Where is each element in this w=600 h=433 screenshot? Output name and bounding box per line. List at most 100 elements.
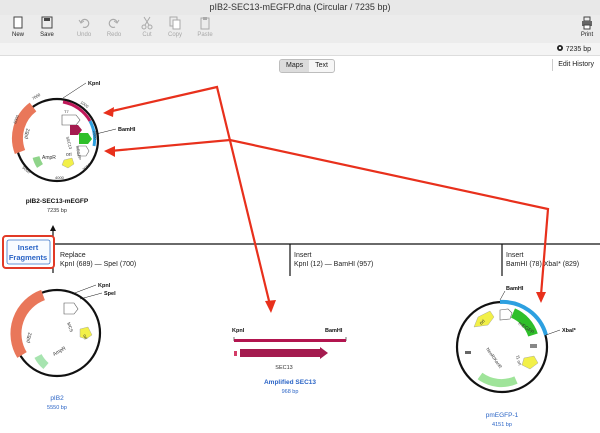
cut-label: Cut — [142, 32, 152, 38]
donor-plasmid-map[interactable]: ori mEGFP f1 ori NeoR/KanR BamHI XbaI* p… — [455, 286, 577, 428]
fragment-kpni-label: KpnI — [232, 328, 245, 334]
result-bamhi-label: BamHI — [118, 127, 136, 133]
donor-neor-feature[interactable] — [477, 372, 518, 388]
backbone-kpni-label: KpnI — [98, 283, 111, 289]
fragment-sec13-arrow[interactable] — [240, 347, 328, 359]
paste-icon — [190, 16, 220, 32]
result-kpni-label: KpnI — [88, 81, 101, 87]
result-plasmid-name: pIB2-SEC13-mEGFP — [26, 198, 89, 205]
save-label: Save — [40, 32, 54, 38]
result-ori-label: ori — [66, 152, 72, 158]
cut-button[interactable]: Cut — [132, 16, 162, 38]
tab-text[interactable]: Text — [309, 60, 334, 72]
sequence-length: 7235 bp — [556, 44, 591, 53]
backbone-pib2-feature[interactable] — [10, 289, 46, 358]
insert-fragments-label-line1: Insert — [18, 243, 39, 252]
copy-button[interactable]: Copy — [160, 16, 190, 38]
fragment-sec13-label: SEC13 — [275, 365, 292, 371]
result-ampr-label: AmpR — [42, 155, 56, 161]
timeline-up-arrow — [50, 225, 56, 231]
new-button[interactable]: New — [3, 16, 33, 38]
backbone-name[interactable]: pIB2 — [50, 395, 64, 402]
step-3-title: Insert — [506, 252, 524, 259]
result-ori-arrow[interactable] — [61, 157, 75, 169]
annotation-head-bottom-megfp — [536, 292, 546, 303]
backbone-spei-leader — [79, 292, 103, 300]
donor-bamhi-leader — [499, 290, 506, 301]
paste-button[interactable]: Paste — [190, 16, 220, 38]
step-1-title: Replace — [60, 252, 86, 259]
status-bar: 7235 bp — [0, 43, 600, 56]
edit-history-button[interactable]: Edit History — [552, 59, 594, 71]
fragment-start-marker — [234, 351, 237, 356]
undo-button[interactable]: Undo — [69, 16, 99, 38]
backbone-pib2-label: pIB2 — [25, 332, 34, 344]
donor-marker-box — [530, 344, 537, 348]
backbone-spei-label: SpeI — [104, 291, 116, 297]
fragment-name[interactable]: Amplified SEC13 — [264, 379, 316, 386]
copy-label: Copy — [167, 32, 182, 38]
save-button[interactable]: Save — [32, 16, 62, 38]
donor-small-marker — [465, 351, 471, 354]
scissors-icon — [132, 16, 162, 32]
step-timeline: Replace KpnI (689) — SpeI (700) Insert K… — [50, 225, 600, 276]
result-plasmid-map[interactable]: pIB2 ori AmpR SEC13 mEGFP T7 1000 2000 3… — [11, 81, 136, 214]
result-pib2-label: pIB2 — [23, 128, 32, 140]
donor-neor-label: NeoR/KanR — [485, 347, 503, 370]
backbone-kpni-leader — [71, 284, 97, 295]
result-tick-5000: 5000 — [21, 165, 32, 175]
result-kpni-leader — [62, 82, 87, 99]
copy-icon — [160, 16, 190, 32]
backbone-mcs-label: MCS — [66, 322, 74, 333]
tab-maps[interactable]: Maps — [280, 60, 310, 72]
fragment-sequence-bar[interactable] — [234, 339, 346, 342]
donor-size: 4151 bp — [492, 422, 512, 428]
step-2-detail: KpnI (12) — BamHI (957) — [294, 261, 373, 268]
backbone-ori-label: ori — [82, 334, 88, 340]
result-t7-arrow — [61, 114, 81, 126]
donor-bamhi-label: BamHI — [506, 286, 524, 292]
backbone-ampr-feature[interactable] — [34, 353, 49, 370]
printer-icon — [574, 16, 600, 32]
annotation-head-top-megfp — [104, 146, 115, 157]
window-title: pIB2-SEC13-mEGFP.dna (Circular / 7235 bp… — [0, 0, 600, 15]
undo-label: Undo — [76, 32, 92, 38]
backbone-ampr-label: AmpR — [52, 345, 67, 357]
cloning-diagram: pIB2 ori AmpR SEC13 mEGFP T7 1000 2000 3… — [2, 81, 600, 428]
step-1-detail: KpnI (689) — SpeI (700) — [60, 261, 136, 268]
step-2-title: Insert — [294, 252, 312, 259]
result-plasmid-size: 7235 bp — [47, 208, 67, 214]
donor-name[interactable]: pmEGFP-1 — [486, 412, 519, 419]
donor-small-arrow — [499, 308, 513, 321]
fragment-size: 968 bp — [282, 389, 299, 395]
insert-fragments-button[interactable]: Insert Fragments — [2, 235, 55, 269]
donor-xbai-leader — [545, 329, 561, 336]
result-tick-4000: 4000 — [55, 175, 65, 180]
print-label: Print — [580, 32, 594, 38]
annotation-head-top-sec13 — [103, 107, 114, 117]
amplified-fragment-map[interactable]: KpnI BamHI SEC13 Amplified SEC13 968 bp — [232, 328, 347, 395]
toolbar: New Save Undo Redo Cut Copy Paste Print — [0, 15, 600, 44]
annotation-arrows — [103, 85, 550, 313]
donor-f1ori-label: f1 ori — [515, 355, 522, 366]
result-megfp-arrow[interactable] — [79, 133, 92, 144]
annotation-line-megfp — [109, 138, 550, 296]
paste-label: Paste — [197, 32, 213, 38]
donor-f1ori-arrow[interactable] — [521, 355, 539, 370]
view-switcher: Maps Text — [279, 59, 335, 73]
redo-icon — [99, 16, 129, 32]
result-tick-2000: 2000 — [92, 130, 99, 140]
donor-xbai-label: XbaI* — [562, 328, 577, 334]
redo-button[interactable]: Redo — [99, 16, 129, 38]
annotation-line-sec13 — [107, 85, 272, 306]
result-tick-7000: 7000 — [31, 92, 42, 101]
redo-label: Redo — [106, 32, 122, 38]
print-button[interactable]: Print — [574, 16, 600, 38]
backbone-plasmid-map[interactable]: pIB2 AmpR MCS ori KpnI SpeI pIB2 5550 bp — [10, 283, 116, 411]
backbone-mcs-arrow — [63, 302, 79, 315]
new-file-icon — [3, 16, 33, 32]
circular-icon — [556, 45, 563, 51]
bp-count: 7235 bp — [565, 46, 591, 53]
result-ampr-feature[interactable] — [32, 155, 43, 168]
result-sec13-label: SEC13 — [65, 136, 73, 150]
